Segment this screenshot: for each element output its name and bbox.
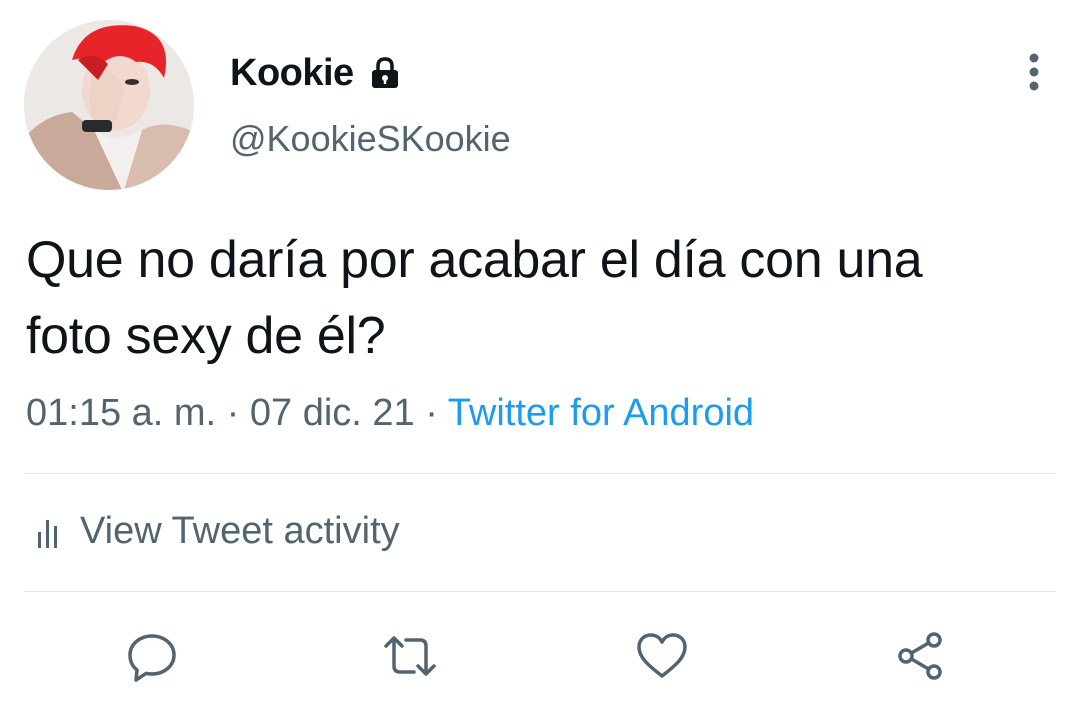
tweet-text: Que no daría por acabar el día con una f… bbox=[26, 222, 1056, 374]
heart-icon bbox=[637, 633, 687, 678]
lock-icon bbox=[368, 56, 402, 90]
tweet-text-line-1: Que no daría por acabar el día con una bbox=[26, 231, 923, 289]
more-vertical-icon[interactable] bbox=[1016, 50, 1052, 94]
tweet-source-link[interactable]: Twitter for Android bbox=[448, 392, 754, 434]
retweet-button[interactable] bbox=[382, 628, 438, 684]
share-button[interactable] bbox=[892, 628, 948, 684]
display-name-row[interactable]: Kookie bbox=[230, 48, 402, 98]
analytics-icon bbox=[32, 514, 64, 550]
tweet-date: 07 dic. 21 bbox=[249, 392, 415, 434]
tweet-meta: 01:15 a. m. · 07 dic. 21 · Twitter for A… bbox=[26, 392, 754, 435]
tweet-time: 01:15 a. m. bbox=[26, 392, 217, 434]
meta-separator: · bbox=[216, 392, 250, 434]
user-handle[interactable]: @KookieSKookie bbox=[230, 118, 511, 160]
reply-icon bbox=[128, 634, 176, 682]
tweet-text-line-2: foto sexy de él? bbox=[26, 307, 386, 365]
divider bbox=[24, 591, 1056, 592]
view-tweet-activity-label: View Tweet activity bbox=[80, 510, 400, 552]
meta-separator: · bbox=[414, 392, 448, 434]
like-button[interactable] bbox=[634, 628, 690, 684]
avatar-image bbox=[24, 20, 194, 190]
divider bbox=[24, 473, 1056, 474]
share-icon bbox=[898, 632, 942, 680]
avatar[interactable] bbox=[24, 20, 194, 190]
display-name[interactable]: Kookie bbox=[230, 52, 354, 95]
retweet-icon bbox=[384, 636, 436, 676]
view-tweet-activity-button[interactable]: View Tweet activity bbox=[32, 510, 400, 553]
reply-button[interactable] bbox=[124, 628, 180, 684]
